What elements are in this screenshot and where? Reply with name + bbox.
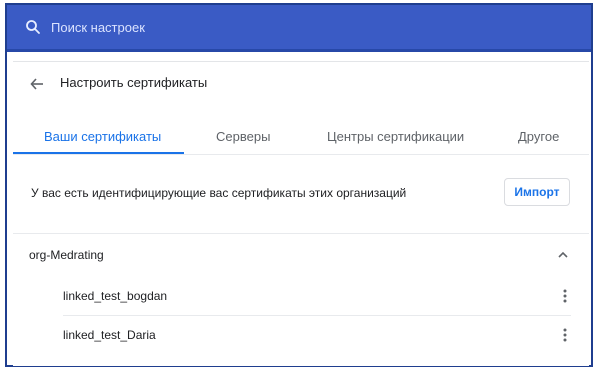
page-title: Настроить сертификаты	[60, 75, 208, 90]
more-vert-icon[interactable]	[559, 287, 571, 305]
certificates-card: Настроить сертификаты Ваши сертификаты С…	[13, 57, 589, 366]
certificate-row: linked_test_bogdan	[13, 277, 589, 315]
more-vert-icon[interactable]	[559, 326, 571, 344]
certificate-name: linked_test_bogdan	[63, 289, 168, 303]
tab-bar: Ваши сертификаты Серверы Центры сертифик…	[13, 119, 589, 155]
chevron-up-icon[interactable]	[557, 249, 569, 261]
search-input[interactable]: Поиск настроек	[51, 20, 145, 35]
certificate-name: linked_test_Daria	[63, 328, 156, 342]
tab-other[interactable]: Другое	[518, 129, 559, 144]
tab-your-certificates[interactable]: Ваши сертификаты	[44, 129, 161, 144]
search-icon	[26, 20, 40, 34]
section-description: У вас есть идентифицирующие вас сертифик…	[31, 186, 407, 200]
back-arrow-icon[interactable]	[30, 77, 44, 91]
organization-group-label: org-Medrating	[29, 248, 104, 262]
tabs-divider	[13, 154, 589, 155]
card-top-divider	[13, 61, 589, 62]
certificate-row: linked_test_Daria	[13, 316, 589, 354]
settings-search-bar[interactable]: Поиск настроек	[7, 5, 591, 52]
tab-authorities[interactable]: Центры сертификации	[327, 129, 464, 144]
section-divider	[13, 233, 589, 234]
tab-servers[interactable]: Серверы	[216, 129, 270, 144]
import-button[interactable]: Импорт	[504, 178, 570, 206]
